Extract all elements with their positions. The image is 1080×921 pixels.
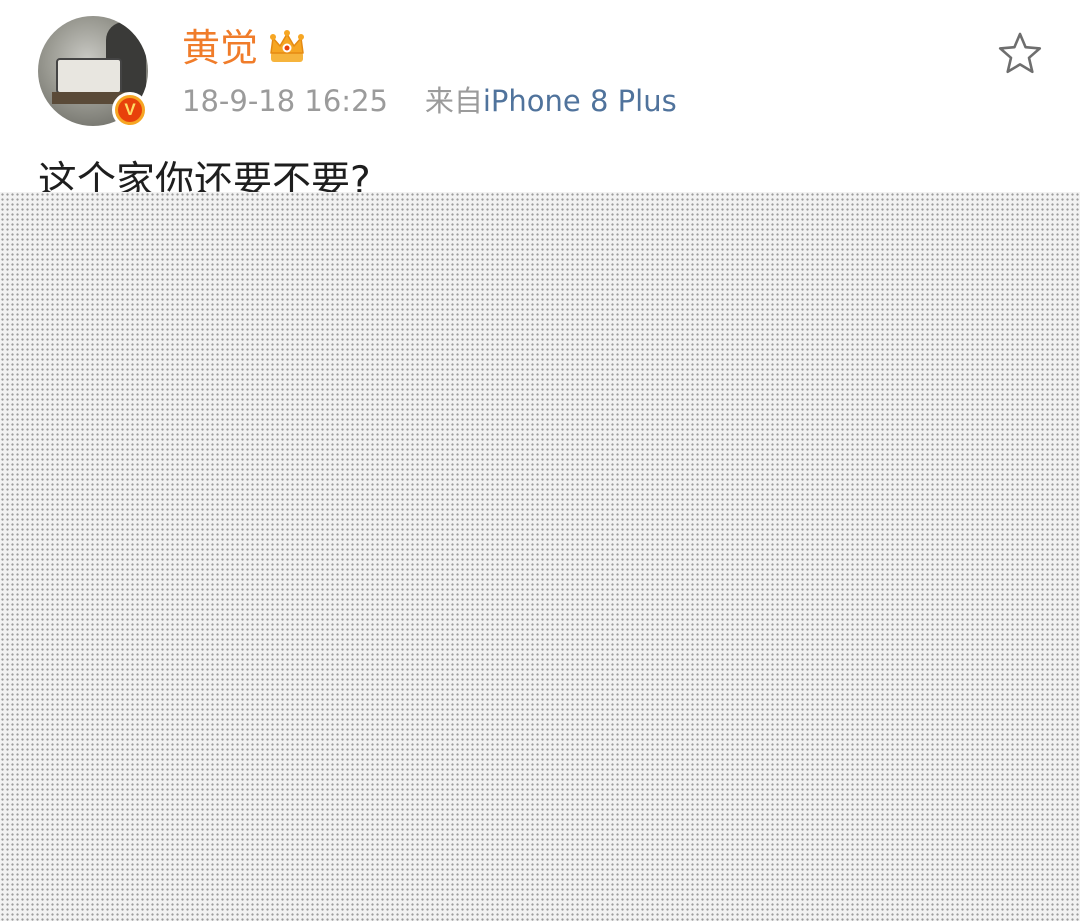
source-app-link[interactable]: iPhone 8 Plus	[483, 84, 677, 118]
crown-icon	[270, 30, 304, 62]
post-header: V 黄觉 18-9-18 16:25 来自iPhone 8 Plus	[0, 0, 1080, 140]
post-timestamp: 18-9-18 16:25	[182, 84, 388, 118]
meta-spacer	[397, 84, 415, 118]
post-meta: 18-9-18 16:25 来自iPhone 8 Plus	[182, 82, 677, 120]
post-image[interactable]	[0, 192, 1080, 921]
weibo-post: V 黄觉 18-9-18 16:25 来自iPhone 8 Plus 这个家你还…	[0, 0, 1080, 921]
verified-letter: V	[118, 98, 142, 122]
avatar-sewing-machine	[56, 58, 122, 94]
star-outline-icon[interactable]	[996, 30, 1044, 78]
source-prefix: 来自	[424, 84, 483, 118]
verified-badge-icon: V	[112, 92, 148, 128]
author-name[interactable]: 黄觉	[182, 24, 258, 72]
